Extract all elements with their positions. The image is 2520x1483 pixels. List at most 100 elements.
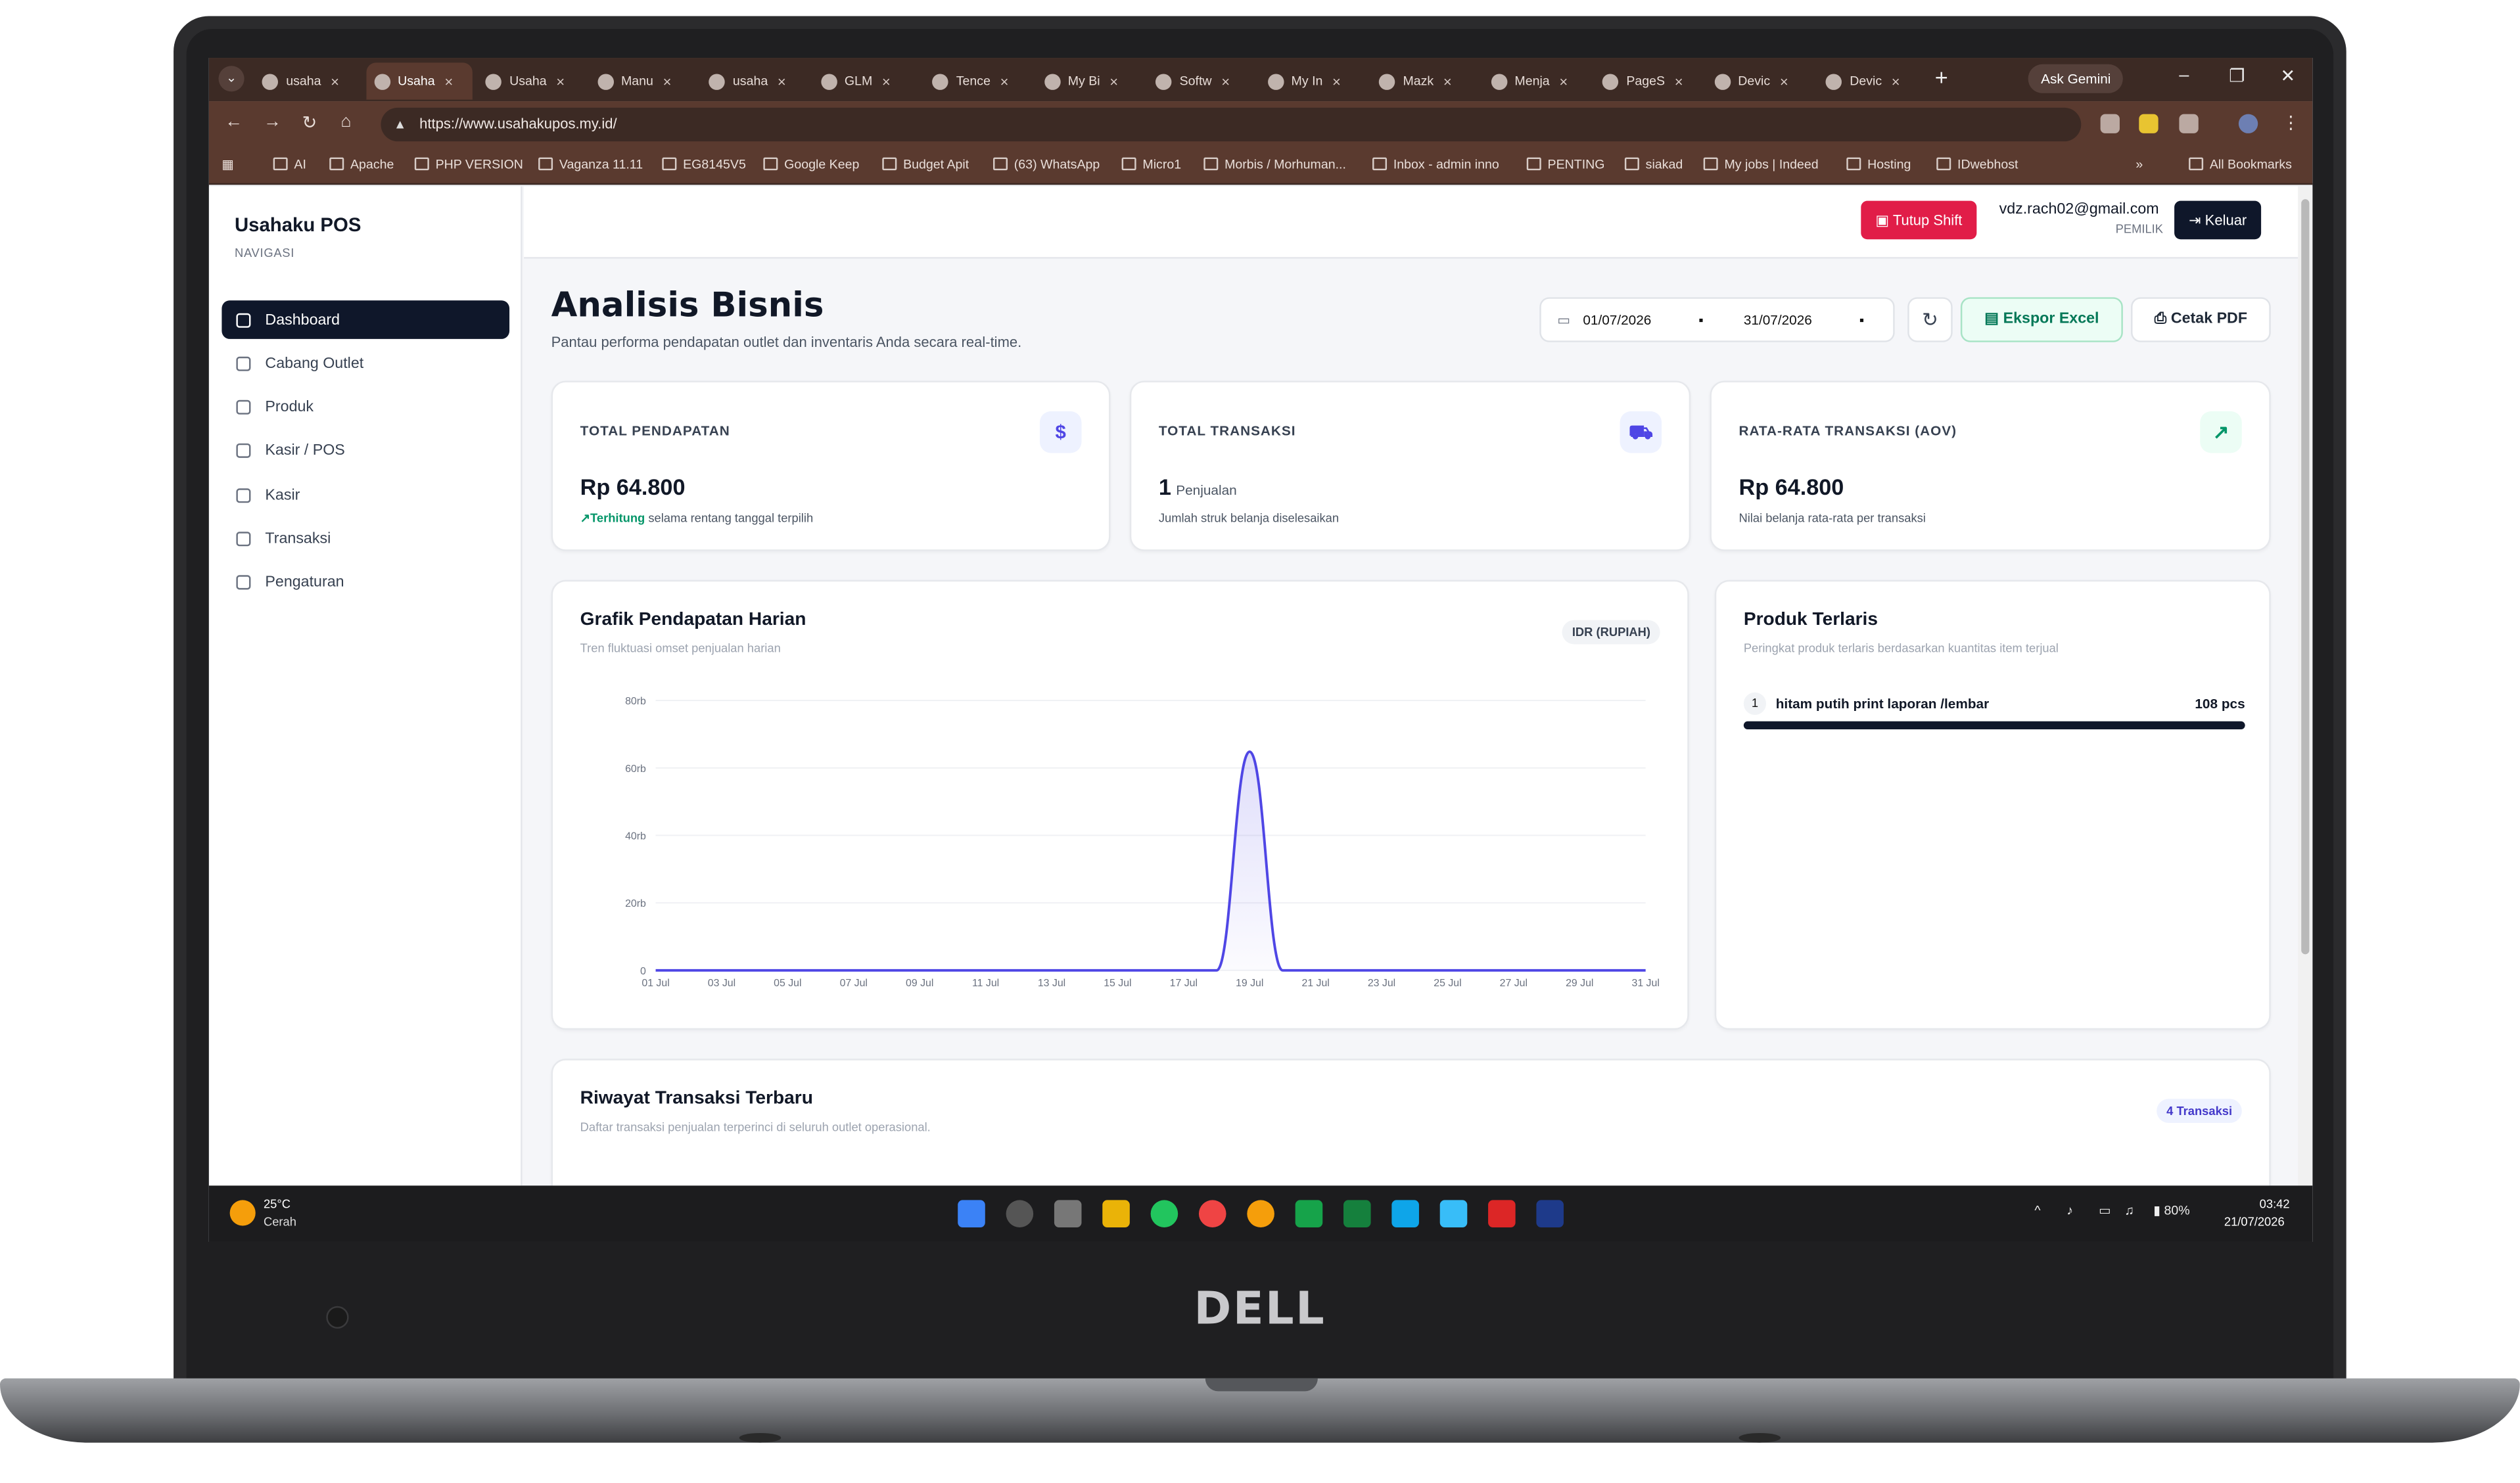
extension-icon[interactable] bbox=[2139, 114, 2158, 133]
sidebar-item-kasir-pos[interactable]: Kasir / POS bbox=[222, 432, 509, 470]
close-tab-icon[interactable]: × bbox=[1675, 73, 1683, 89]
profile-avatar-icon[interactable] bbox=[2238, 114, 2258, 133]
home-icon[interactable]: ⌂ bbox=[340, 112, 351, 131]
bookmark-item[interactable]: Morbis / Morhuman... bbox=[1203, 157, 1346, 172]
brave-icon[interactable] bbox=[1488, 1200, 1516, 1227]
excel-icon[interactable] bbox=[1343, 1200, 1371, 1227]
sidebar-item-cabang-outlet[interactable]: Cabang Outlet bbox=[222, 344, 509, 383]
browser-tab[interactable]: My In × bbox=[1259, 62, 1365, 99]
search-icon[interactable] bbox=[1006, 1200, 1034, 1227]
browser-tab[interactable]: Softw × bbox=[1148, 62, 1253, 99]
volume-icon[interactable]: ♫ bbox=[2124, 1203, 2134, 1218]
bookmark-item[interactable]: AI bbox=[273, 157, 306, 172]
close-tab-icon[interactable]: × bbox=[882, 73, 891, 89]
close-tab-icon[interactable]: × bbox=[1000, 73, 1009, 89]
date-to-input[interactable]: 31/07/2026 bbox=[1744, 311, 1812, 327]
browser-tab[interactable]: Tence × bbox=[924, 62, 1030, 99]
sidebar-item-transaksi[interactable]: Transaksi bbox=[222, 520, 509, 559]
browser-tab[interactable]: Menja × bbox=[1483, 62, 1589, 99]
date-from-input[interactable]: 01/07/2026 bbox=[1583, 311, 1651, 327]
more-bookmarks-icon[interactable]: » bbox=[2135, 158, 2143, 172]
weather-sun-icon[interactable] bbox=[229, 1200, 256, 1226]
bookmark-item[interactable]: EG8145V5 bbox=[662, 157, 746, 172]
display-icon[interactable]: ▭ bbox=[2099, 1203, 2111, 1218]
browser-tab[interactable]: GLM × bbox=[812, 62, 918, 99]
sidebar-item-dashboard[interactable]: Dashboard bbox=[222, 300, 510, 339]
bookmark-item[interactable]: My jobs | Indeed bbox=[1703, 157, 1819, 172]
file-explorer-icon[interactable] bbox=[1102, 1200, 1130, 1227]
back-icon[interactable]: ← bbox=[225, 112, 243, 131]
clock-date[interactable]: 21/07/2026 bbox=[2224, 1214, 2285, 1229]
site-info-icon[interactable]: ▲ bbox=[394, 108, 406, 141]
tab-search-button[interactable]: ⌄ bbox=[218, 66, 245, 92]
close-tab-icon[interactable]: × bbox=[1892, 73, 1900, 89]
bookmark-item[interactable]: (63) WhatsApp bbox=[993, 157, 1100, 172]
all-bookmarks-folder[interactable]: All Bookmarks bbox=[2189, 157, 2292, 172]
browser-tab[interactable]: usaha × bbox=[254, 62, 360, 99]
refresh-button[interactable]: ↻ bbox=[1907, 297, 1953, 342]
ask-gemini-button[interactable]: Ask Gemini bbox=[2028, 64, 2124, 93]
page-scrollbar[interactable] bbox=[2298, 186, 2313, 1186]
bookmark-item[interactable]: Google Keep bbox=[763, 157, 859, 172]
close-tab-icon[interactable]: × bbox=[1109, 73, 1118, 89]
bookmark-item[interactable]: siakad bbox=[1624, 157, 1683, 172]
date-from-calendar-icon[interactable]: ▪ bbox=[1698, 311, 1703, 327]
bookmark-item[interactable]: IDwebhost bbox=[1936, 157, 2018, 172]
close-tab-icon[interactable]: × bbox=[1559, 73, 1568, 89]
browser-tab[interactable]: My Bi × bbox=[1036, 62, 1142, 99]
speaker-icon[interactable]: ♪ bbox=[2066, 1203, 2073, 1218]
chrome-icon[interactable] bbox=[1247, 1200, 1274, 1227]
close-tab-icon[interactable]: × bbox=[444, 73, 453, 89]
apps-grid-icon[interactable]: ▦ bbox=[222, 158, 233, 172]
bookmark-item[interactable]: Apache bbox=[329, 157, 394, 172]
sidebar-item-kasir[interactable]: Kasir bbox=[222, 476, 509, 514]
browser-tab[interactable]: PageS × bbox=[1594, 62, 1700, 99]
close-tab-icon[interactable]: × bbox=[556, 73, 565, 89]
browser-tab[interactable]: Devic × bbox=[1817, 62, 1923, 99]
date-to-calendar-icon[interactable]: ▪ bbox=[1859, 311, 1864, 327]
browser-tab[interactable]: usaha × bbox=[701, 62, 806, 99]
sidebar-item-produk[interactable]: Produk bbox=[222, 388, 509, 427]
menu-kebab-icon[interactable]: ⋮ bbox=[2282, 112, 2300, 133]
photos-icon[interactable] bbox=[1391, 1200, 1419, 1227]
browser-tab[interactable]: Devic × bbox=[1706, 62, 1811, 99]
restore-icon[interactable]: ❐ bbox=[2229, 66, 2245, 87]
start-icon[interactable] bbox=[958, 1200, 985, 1227]
close-tab-icon[interactable]: × bbox=[1221, 73, 1230, 89]
bookmark-item[interactable]: Hosting bbox=[1846, 157, 1911, 172]
app-icon[interactable] bbox=[1536, 1200, 1564, 1227]
close-window-icon[interactable]: ✕ bbox=[2280, 66, 2295, 87]
tray-chevron-icon[interactable]: ^ bbox=[2034, 1203, 2040, 1218]
close-tab-icon[interactable]: × bbox=[778, 73, 786, 89]
close-shift-button[interactable]: ▣ Tutup Shift bbox=[1861, 200, 1977, 240]
new-tab-button[interactable]: + bbox=[1935, 64, 1948, 90]
bookmark-item[interactable]: Inbox - admin inno bbox=[1372, 157, 1499, 172]
forward-icon[interactable]: → bbox=[264, 112, 281, 131]
close-tab-icon[interactable]: × bbox=[663, 73, 672, 89]
close-tab-icon[interactable]: × bbox=[331, 73, 339, 89]
whatsapp-icon[interactable] bbox=[1295, 1200, 1323, 1227]
clock-time[interactable]: 03:42 bbox=[2260, 1197, 2290, 1212]
address-bar[interactable]: ▲ https://www.usahakupos.my.id/ bbox=[381, 107, 2082, 142]
sidebar-item-pengaturan[interactable]: Pengaturan bbox=[222, 564, 509, 603]
reload-icon[interactable]: ↻ bbox=[302, 112, 317, 133]
close-tab-icon[interactable]: × bbox=[1780, 73, 1788, 89]
camera-icon[interactable] bbox=[2100, 114, 2120, 133]
bookmark-item[interactable]: Vaganza 11.11 bbox=[538, 157, 643, 172]
browser-tab[interactable]: Mazk × bbox=[1371, 62, 1477, 99]
print-pdf-button[interactable]: ⎙ Cetak PDF bbox=[2131, 297, 2271, 342]
logout-button[interactable]: ⇥ Keluar bbox=[2174, 200, 2262, 240]
extensions-puzzle-icon[interactable] bbox=[2179, 114, 2199, 133]
scrollbar-thumb[interactable] bbox=[2301, 199, 2310, 955]
notepad-icon[interactable] bbox=[1439, 1200, 1468, 1227]
bookmark-item[interactable]: Micro1 bbox=[1121, 157, 1181, 172]
browser-tab[interactable]: Manu × bbox=[589, 62, 695, 99]
minimize-icon[interactable]: – bbox=[2179, 66, 2189, 85]
close-tab-icon[interactable]: × bbox=[1443, 73, 1452, 89]
export-excel-button[interactable]: ▤ Ekspor Excel bbox=[1960, 297, 2123, 342]
browser-tab[interactable]: Usaha × bbox=[365, 62, 472, 100]
close-tab-icon[interactable]: × bbox=[1332, 73, 1341, 89]
bookmark-item[interactable]: Budget Apit bbox=[882, 157, 969, 172]
bookmark-item[interactable]: PENTING bbox=[1526, 157, 1604, 172]
battery-indicator[interactable]: ▮ 80% bbox=[2153, 1203, 2189, 1218]
